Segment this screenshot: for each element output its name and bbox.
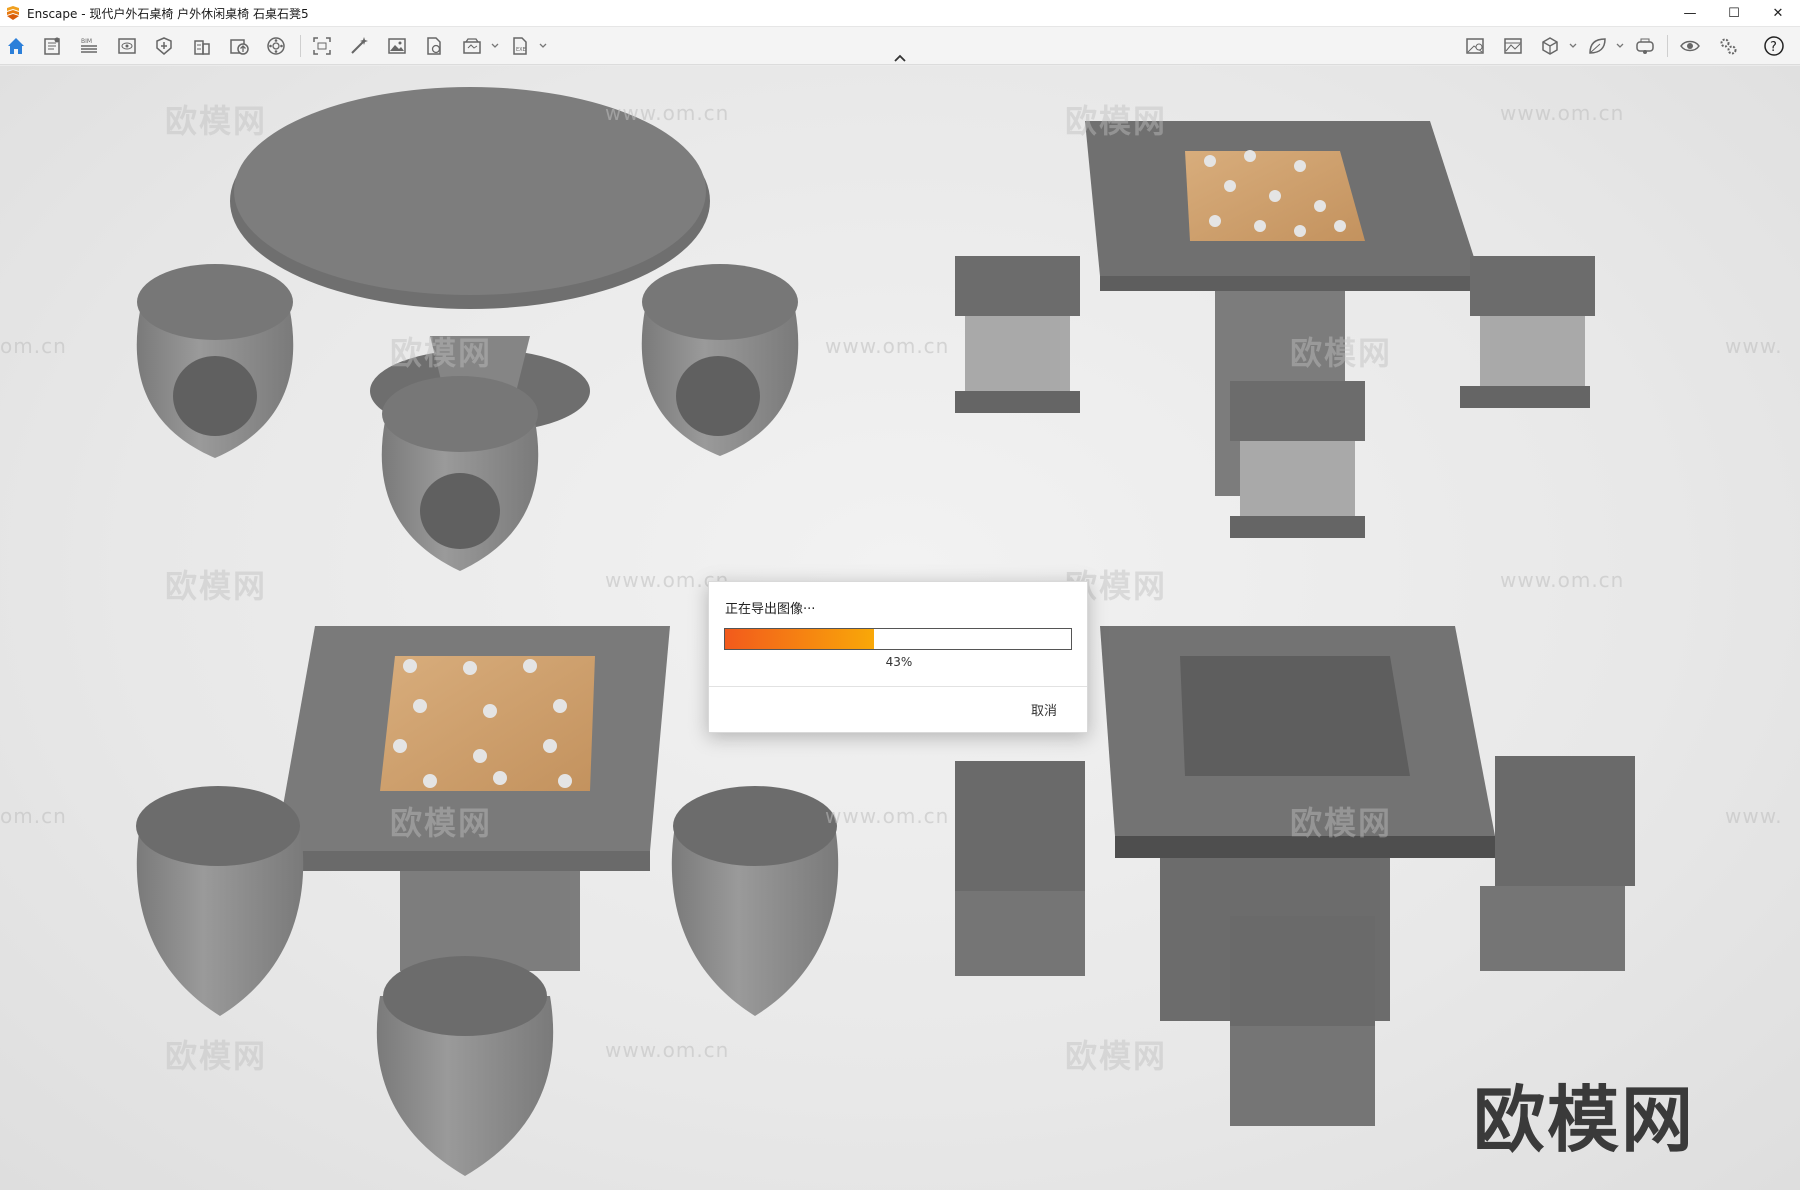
watermark-url: www.om.cn	[825, 334, 950, 358]
chevron-down-icon[interactable]	[1615, 41, 1625, 51]
maximize-button[interactable]: ☐	[1712, 0, 1756, 27]
eye-icon[interactable]	[1678, 34, 1702, 58]
leaf-icon[interactable]	[1585, 34, 1609, 58]
brand-watermark: 欧模网	[1473, 1078, 1696, 1162]
window-controls: — ☐ ✕	[1668, 0, 1800, 27]
enscape-logo-icon	[7, 6, 19, 20]
watermark-url: www.	[1725, 334, 1783, 358]
watermark-url: www.om.cn	[605, 101, 730, 125]
bim-list-icon[interactable]: BIM	[77, 34, 101, 58]
watermark-logo: 欧模网	[1290, 804, 1393, 842]
chevron-down-icon[interactable]	[538, 41, 548, 51]
watermark-url: www.om.cn	[605, 1038, 730, 1062]
image-icon[interactable]	[385, 34, 409, 58]
watermark-logo: 欧模网	[165, 102, 268, 140]
watermark-logo: 欧模网	[390, 804, 493, 842]
toolbar-separator	[300, 35, 301, 57]
progress-bar	[724, 628, 1072, 650]
image-render-icon[interactable]	[1501, 34, 1525, 58]
chevron-down-icon[interactable]	[490, 41, 500, 51]
render-viewport[interactable]: 欧模网 www.om.cn 欧模网 www.om.cn om.cn 欧模网 ww…	[0, 66, 1800, 1190]
document-icon[interactable]	[40, 34, 64, 58]
watermark-logo: 欧模网	[1065, 1037, 1168, 1075]
watermark-logo: 欧模网	[390, 334, 493, 372]
watermark-logo: 欧模网	[1065, 102, 1168, 140]
watermark-url: www.	[1725, 804, 1783, 828]
progress-bar-fill	[725, 629, 874, 649]
watermark-url: www.om.cn	[1500, 101, 1625, 125]
drum-stools-left-group	[136, 264, 799, 571]
cube-icon[interactable]	[1538, 34, 1562, 58]
window-title: Enscape - 现代户外石桌椅 户外休闲桌椅 石桌石凳5	[27, 6, 309, 21]
upload-icon[interactable]	[227, 34, 251, 58]
chevron-down-icon[interactable]	[1568, 41, 1578, 51]
watermark-logo: 欧模网	[165, 1037, 268, 1075]
file-export-icon[interactable]	[422, 34, 446, 58]
magic-wand-icon[interactable]	[347, 34, 371, 58]
enscape-window: Enscape - 现代户外石桌椅 户外休闲桌椅 石桌石凳5 — ☐ ✕ BIM	[0, 0, 1800, 1190]
bim-label: BIM	[81, 38, 92, 45]
view-icon[interactable]	[115, 34, 139, 58]
material-icon[interactable]	[264, 34, 288, 58]
dialog-divider	[709, 686, 1087, 687]
settings-icon[interactable]	[1716, 34, 1740, 58]
screenshot-icon[interactable]	[310, 34, 334, 58]
building-icon[interactable]	[190, 34, 214, 58]
asset-library-icon[interactable]	[152, 34, 176, 58]
watermark-url: www.om.cn	[825, 804, 950, 828]
svg-text:?: ?	[1770, 40, 1777, 55]
close-button[interactable]: ✕	[1756, 0, 1800, 27]
watermark-url: om.cn	[0, 804, 67, 828]
progress-percent-label: 43%	[885, 655, 913, 669]
visual-settings-icon[interactable]	[1463, 34, 1487, 58]
export-progress-dialog: 正在导出图像··· 43% 取消	[708, 581, 1088, 733]
collapse-toolbar-chevron-up-icon[interactable]	[890, 52, 910, 64]
toolbar-separator	[1667, 35, 1668, 57]
home-icon[interactable]	[4, 34, 28, 58]
minimize-button[interactable]: —	[1668, 0, 1712, 27]
help-icon[interactable]: ?	[1762, 34, 1786, 58]
watermark-url: om.cn	[0, 334, 67, 358]
batch-render-icon[interactable]	[460, 34, 484, 58]
cancel-button[interactable]: 取消	[1031, 700, 1057, 719]
svg-text:EXE: EXE	[516, 47, 526, 53]
watermark-url: www.om.cn	[1500, 568, 1625, 592]
watermark-logo: 欧模网	[1290, 334, 1393, 372]
dialog-title: 正在导出图像···	[725, 602, 816, 617]
export-icon[interactable]: EXE	[508, 34, 532, 58]
watermark-logo: 欧模网	[165, 567, 268, 605]
title-bar: Enscape - 现代户外石桌椅 户外休闲桌椅 石桌石凳5 — ☐ ✕	[0, 0, 1800, 27]
vr-headset-icon[interactable]	[1633, 34, 1657, 58]
